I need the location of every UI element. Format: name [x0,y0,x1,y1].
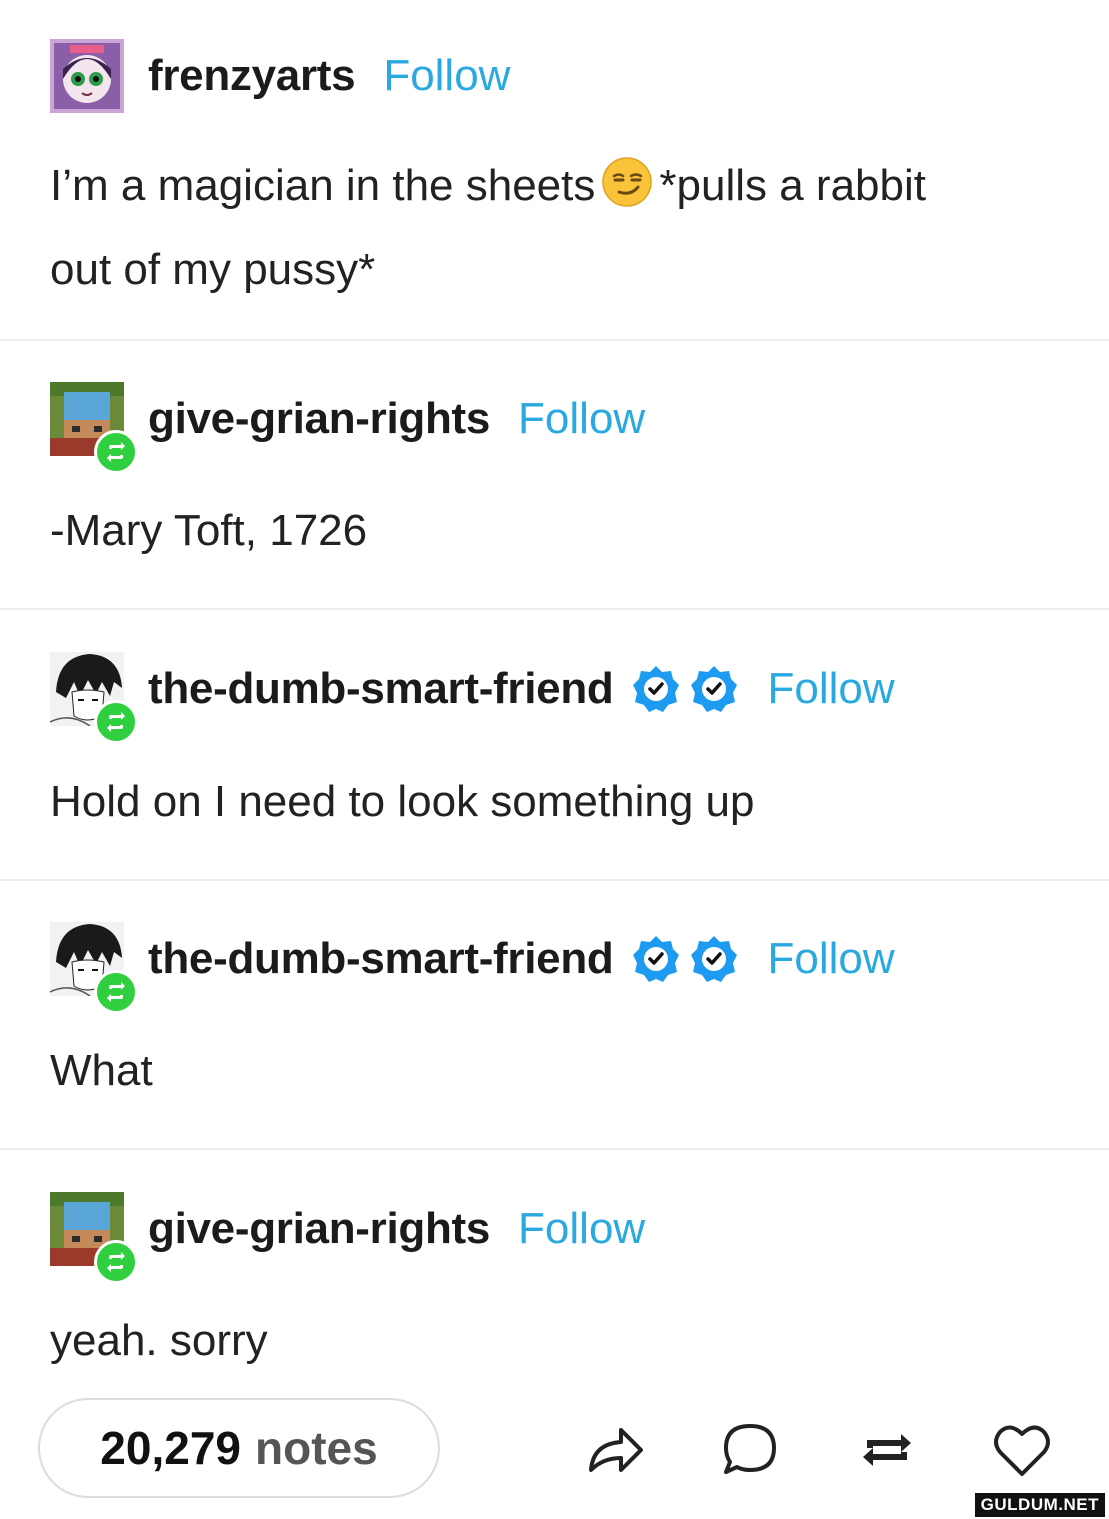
reply-icon[interactable] [718,1418,782,1482]
post-header: frenzyarts Follow [50,39,510,113]
post-divider [0,1148,1109,1150]
reblog-action-icon[interactable] [855,1418,919,1482]
follow-button[interactable]: Follow [383,51,510,101]
notes-count: 20,279 [100,1422,241,1474]
username[interactable]: give-grian-rights [148,1204,490,1254]
username[interactable]: the-dumb-smart-friend [148,934,614,984]
follow-button[interactable]: Follow [767,664,894,714]
watermark: GULDUM.NET [974,1493,1105,1517]
verified-badge-icon [691,936,738,982]
follow-button[interactable]: Follow [518,394,645,444]
notes-button[interactable]: 20,279 notes [38,1398,440,1498]
reblog-icon [94,700,138,744]
reblog-icon [94,1240,138,1284]
verified-badge-icon [691,666,738,712]
post-footer: 20,279 notes [0,1396,1109,1506]
avatar[interactable] [50,1192,138,1284]
post-divider [0,339,1109,341]
notes-label: notes [255,1422,378,1474]
post-text: Hold on I need to look something up [50,777,755,826]
username[interactable]: frenzyarts [148,51,356,101]
verified-badges [631,934,739,984]
post-text: -Mary Toft, 1726 [50,506,368,555]
post-divider [0,879,1109,881]
post-divider [0,608,1109,610]
verified-badge-icon [633,936,680,982]
reblog-icon [94,430,138,474]
verified-badge-icon [633,666,680,712]
smirk-emoji-icon [601,156,653,232]
post-text-line2: out of my pussy* [50,245,376,294]
post-header: give-grian-rights Follow [50,1192,645,1284]
post-header: give-grian-rights Follow [50,382,645,474]
post-text: What [50,1046,153,1095]
follow-button[interactable]: Follow [518,1204,645,1254]
post-text: I’m a magician in the sheets *pulls a ra… [50,148,926,308]
post-text: yeah. sorry [50,1316,268,1365]
avatar[interactable] [50,652,138,744]
follow-button[interactable]: Follow [767,934,894,984]
avatar[interactable] [50,39,124,113]
username[interactable]: give-grian-rights [148,394,490,444]
post-header: the-dumb-smart-friend Follow [50,652,895,744]
reblog-icon [94,970,138,1014]
avatar[interactable] [50,382,138,474]
heart-icon[interactable] [990,1418,1054,1482]
post-text-part1: I’m a magician in the sheets [50,161,596,210]
avatar[interactable] [50,922,138,1014]
post-text-part2: *pulls a rabbit [659,161,926,210]
post-header: the-dumb-smart-friend Follow [50,922,895,1014]
username[interactable]: the-dumb-smart-friend [148,664,614,714]
share-icon[interactable] [583,1418,647,1482]
verified-badges [631,664,739,714]
